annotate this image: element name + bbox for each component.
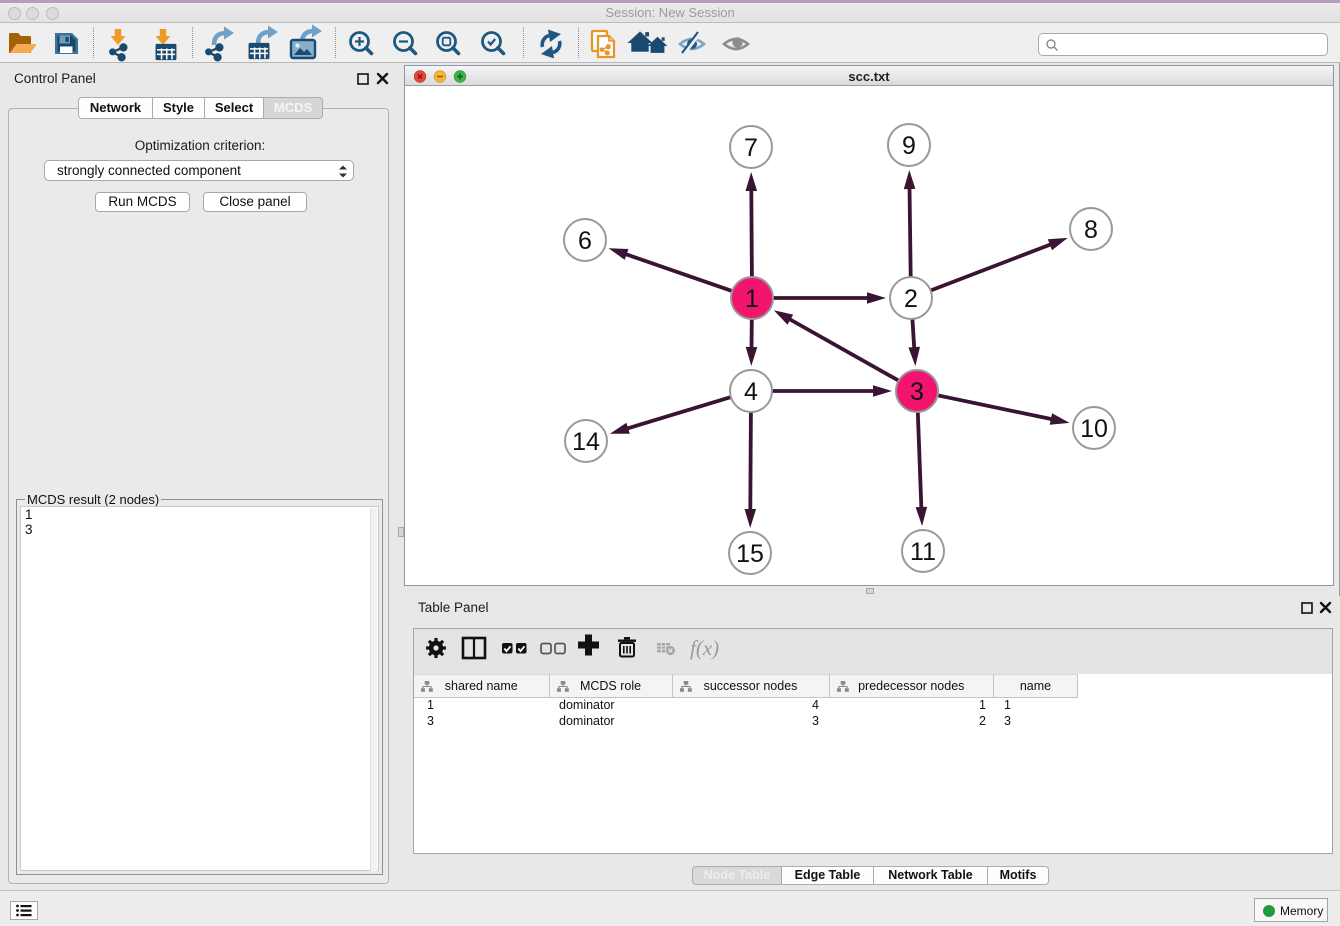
svg-text:10: 10 <box>1080 415 1108 443</box>
svg-text:7: 7 <box>744 134 758 162</box>
svg-text:6: 6 <box>578 227 592 255</box>
svg-text:f(x): f(x) <box>690 636 719 660</box>
svg-text:2: 2 <box>904 285 918 313</box>
svg-text:8: 8 <box>1084 216 1098 244</box>
svg-text:1: 1 <box>745 285 759 313</box>
svg-text:4: 4 <box>744 378 758 406</box>
svg-text:14: 14 <box>572 428 600 456</box>
svg-text:3: 3 <box>910 378 924 406</box>
svg-text:11: 11 <box>910 538 936 566</box>
svg-text:15: 15 <box>736 540 764 568</box>
svg-text:9: 9 <box>902 132 916 160</box>
